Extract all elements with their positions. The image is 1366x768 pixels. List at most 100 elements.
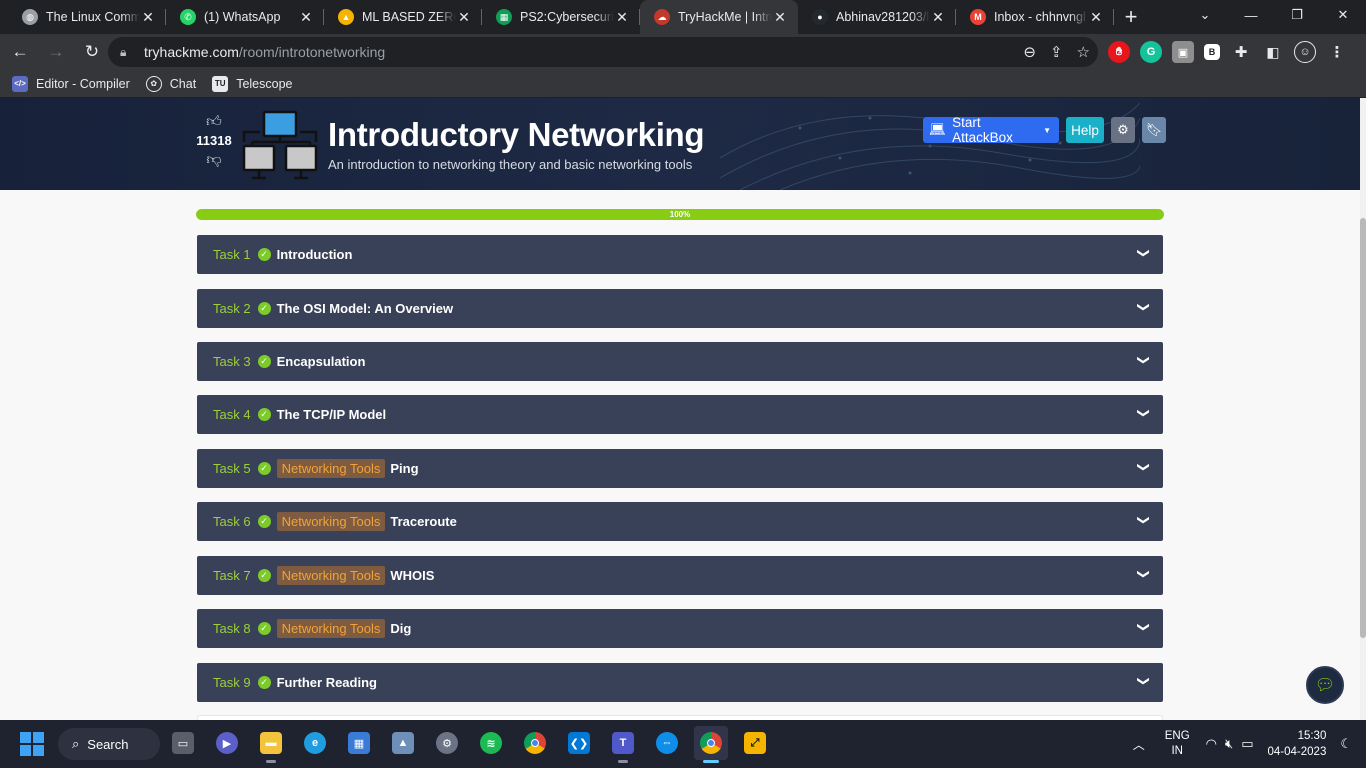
help-button[interactable]: Help xyxy=(1066,117,1104,143)
extensions-puzzle-icon[interactable]: ✚ xyxy=(1230,41,1252,63)
browser-tab[interactable]: M Inbox - chhnvngl ✕ xyxy=(956,0,1114,34)
battery-icon[interactable]: ▭ xyxy=(1241,736,1253,752)
microsoft-store-icon[interactable]: ▦ xyxy=(342,726,376,760)
focus-moon-icon[interactable]: ☾ xyxy=(1340,736,1352,752)
caret-down-icon[interactable]: ▼ xyxy=(1043,126,1051,135)
scrollbar-thumb[interactable] xyxy=(1360,218,1366,638)
vscode-icon[interactable]: ❮❯ xyxy=(562,726,596,760)
search-label: Search xyxy=(87,736,129,752)
task-accordion-header[interactable]: Task 7 ✓ Networking Tools WHOIS ❯ xyxy=(197,556,1163,595)
grammarly-icon[interactable]: G xyxy=(1140,41,1162,63)
ubuntu-vm-icon[interactable]: ⤢ xyxy=(738,726,772,760)
browser-tab[interactable]: ▦ PS2:Cybersecurity ✕ xyxy=(482,0,640,34)
spotify-icon[interactable]: ≋ xyxy=(474,726,508,760)
wifi-icon[interactable]: ◠ xyxy=(1206,736,1217,752)
task-accordion-header[interactable]: Task 4 ✓ The TCP/IP Model ❯ xyxy=(197,395,1163,434)
reload-icon[interactable]: ↻ xyxy=(76,36,108,68)
settings-gear-icon[interactable]: ⚙ xyxy=(1111,117,1135,143)
bookmark-icon[interactable]: 🔖︎ xyxy=(1142,117,1166,143)
profile-avatar-icon[interactable]: ☺ xyxy=(1294,41,1316,63)
edge-icon[interactable]: e xyxy=(298,726,332,760)
bookmark-telescope[interactable]: TU Telescope xyxy=(212,75,292,92)
chat-bubble-icon[interactable]: 💬︎ xyxy=(1306,666,1344,704)
chevron-down-icon[interactable]: ❯ xyxy=(1137,515,1151,525)
task-accordion-header[interactable]: Task 3 ✓ Encapsulation ❯ xyxy=(197,342,1163,381)
chevron-down-icon[interactable]: ❯ xyxy=(1137,248,1151,258)
share-icon[interactable]: ⇪ xyxy=(1050,43,1063,61)
address-bar[interactable]: 🔒︎ tryhackme.com/room/introtonetworking … xyxy=(108,37,1098,67)
settings-icon[interactable]: ⚙ xyxy=(430,726,464,760)
task-view-icon[interactable]: ▭ xyxy=(166,726,200,760)
windows-start-icon[interactable] xyxy=(20,732,44,756)
task-number: Task 2 xyxy=(213,301,251,316)
menu-dots-icon[interactable]: ⋮ xyxy=(1326,41,1348,63)
task-accordion-header[interactable]: Task 5 ✓ Networking Tools Ping ❯ xyxy=(197,449,1163,488)
new-tab-button[interactable]: + xyxy=(1114,0,1148,34)
tray-icons[interactable]: ◠ 🔇︎ ▭ xyxy=(1206,736,1254,752)
close-tab-icon[interactable]: ✕ xyxy=(298,9,314,25)
room-progress-bar: 100% xyxy=(196,209,1164,220)
check-circle-icon: ✓ xyxy=(257,462,271,475)
github-icon: ● xyxy=(812,9,828,25)
teams-icon[interactable]: T xyxy=(606,726,640,763)
chevron-down-icon[interactable]: ❯ xyxy=(1137,462,1151,472)
close-tab-icon[interactable]: ✕ xyxy=(1088,9,1104,25)
task-accordion-header[interactable]: Task 2 ✓ The OSI Model: An Overview ❯ xyxy=(197,289,1163,328)
close-tab-icon[interactable]: ✕ xyxy=(930,9,946,25)
browser-tab[interactable]: ✆ (1) WhatsApp ✕ xyxy=(166,0,324,34)
browser-tab[interactable]: ☁ TryHackMe | Intro ✕ xyxy=(640,0,798,34)
extensions-area: ✋︎ G ▣ B ✚ ◧ ☺ ⋮ xyxy=(1108,37,1348,67)
close-tab-icon[interactable]: ✕ xyxy=(456,9,472,25)
bookmark-chat[interactable]: ✿ Chat xyxy=(145,75,196,92)
start-attackbox-button[interactable]: 💻︎ Start AttackBox ▼ xyxy=(923,115,1059,145)
browser-tab[interactable]: ▲ ML BASED ZERO ✕ xyxy=(324,0,482,34)
chrome-profile-icon[interactable] xyxy=(694,726,728,763)
zoom-icon[interactable]: ⊖ xyxy=(1023,43,1036,61)
back-icon[interactable]: ← xyxy=(4,36,36,68)
close-window-icon[interactable]: ✕ xyxy=(1320,0,1366,30)
chevron-down-icon[interactable]: ❯ xyxy=(1137,622,1151,632)
language-indicator[interactable]: ENG IN xyxy=(1165,729,1190,759)
tab-search-icon[interactable]: ⌄ xyxy=(1182,0,1228,30)
tab-title: PS2:Cybersecurity xyxy=(520,10,614,24)
chevron-down-icon[interactable]: ❯ xyxy=(1137,569,1151,579)
close-tab-icon[interactable]: ✕ xyxy=(140,9,156,25)
clock[interactable]: 15:30 04-04-2023 xyxy=(1268,728,1327,760)
thumbs-down-icon[interactable]: 👎︎ xyxy=(196,150,232,170)
extension-b-icon[interactable]: B xyxy=(1204,44,1220,60)
lock-icon: 🔒︎ xyxy=(120,44,127,59)
volume-muted-icon[interactable]: 🔇︎ xyxy=(1225,736,1233,752)
task-accordion-header[interactable]: Task 1 ✓ Introduction ❯ xyxy=(197,235,1163,274)
photos-icon[interactable]: ▲ xyxy=(386,726,420,760)
minimize-icon[interactable]: — xyxy=(1228,0,1274,30)
chrome-icon[interactable] xyxy=(518,726,552,760)
chevron-down-icon[interactable]: ❯ xyxy=(1137,408,1151,418)
bookmark-editor-compiler[interactable]: </> Editor - Compiler xyxy=(12,75,130,92)
thumbs-up-icon[interactable]: 👍︎ xyxy=(196,112,232,132)
close-tab-icon[interactable]: ✕ xyxy=(614,9,630,25)
bookmark-star-icon[interactable]: ☆ xyxy=(1077,43,1090,61)
teamviewer-icon[interactable]: ⇔ xyxy=(650,726,684,760)
side-panel-icon[interactable]: ◧ xyxy=(1262,41,1284,63)
browser-tab[interactable]: ◍ The Linux Comma ✕ xyxy=(8,0,166,34)
chevron-down-icon[interactable]: ❯ xyxy=(1137,676,1151,686)
page-scrollbar[interactable] xyxy=(1360,98,1366,720)
chevron-down-icon[interactable]: ❯ xyxy=(1137,302,1151,312)
chevron-down-icon[interactable]: ❯ xyxy=(1137,355,1151,365)
extension-person-icon[interactable]: ▣ xyxy=(1172,41,1194,63)
task-accordion-header[interactable]: Task 6 ✓ Networking Tools Traceroute ❯ xyxy=(197,502,1163,541)
clock-time: 15:30 xyxy=(1297,730,1327,742)
file-explorer-icon[interactable]: ▬ xyxy=(254,726,288,763)
close-tab-icon[interactable]: ✕ xyxy=(772,9,788,25)
forward-icon[interactable]: → xyxy=(40,36,72,68)
browser-tab[interactable]: ● Abhinav281203/l ✕ xyxy=(798,0,956,34)
restore-icon[interactable]: ❐ xyxy=(1274,0,1320,30)
region-code: IN xyxy=(1171,745,1183,757)
taskbar-search-button[interactable]: ⌕ Search xyxy=(58,728,160,760)
meet-icon[interactable]: ▶ xyxy=(210,726,244,760)
task-title: Dig xyxy=(390,621,412,636)
extension-hand-icon[interactable]: ✋︎ xyxy=(1108,41,1130,63)
task-accordion-header[interactable]: Task 8 ✓ Networking Tools Dig ❯ xyxy=(197,609,1163,648)
chevron-up-icon[interactable]: ︿ xyxy=(1127,736,1151,753)
task-accordion-header[interactable]: Task 9 ✓ Further Reading ❯ xyxy=(197,663,1163,702)
